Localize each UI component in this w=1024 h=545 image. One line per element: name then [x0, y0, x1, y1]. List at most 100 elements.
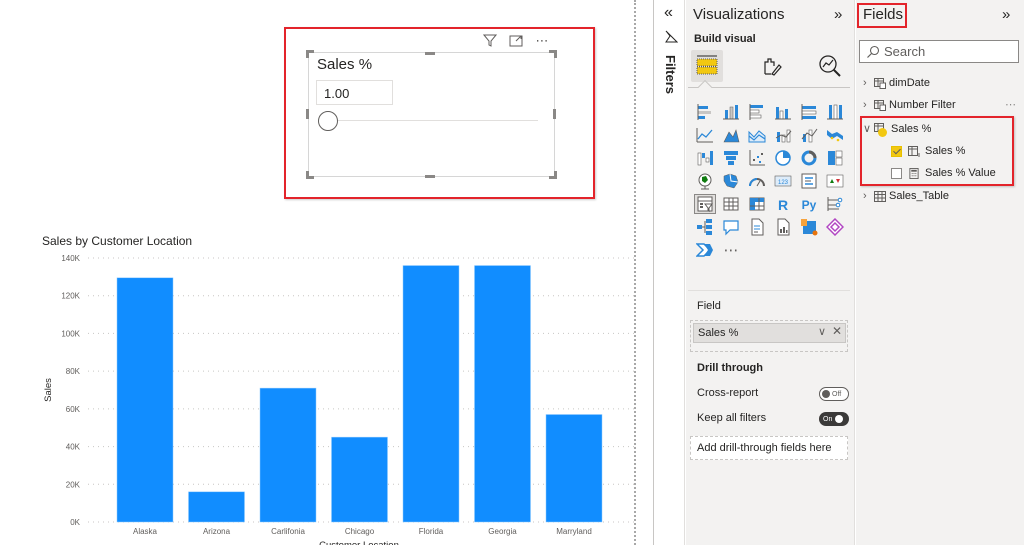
more-options-icon[interactable]: ⋯ [1005, 98, 1016, 111]
format-visual-tab[interactable] [755, 50, 787, 82]
r-script-visual-icon[interactable]: R [772, 194, 794, 214]
power-apps-icon[interactable] [798, 217, 820, 237]
bar[interactable] [474, 265, 531, 523]
treemap-icon[interactable] [824, 148, 846, 168]
donut-chart-icon[interactable] [798, 148, 820, 168]
resize-handle-top-right[interactable] [549, 50, 557, 58]
analytics-tab[interactable] [814, 50, 846, 82]
table-sales-table[interactable]: › Sales_Table [863, 190, 949, 202]
bar[interactable] [545, 414, 603, 523]
kpi-icon[interactable] [824, 171, 846, 191]
table-dimdate[interactable]: › dimDate [863, 77, 930, 89]
slicer-value-input[interactable]: 1.00 [316, 80, 393, 105]
toggle-state-label: Off [832, 390, 842, 398]
stacked-area-chart-icon[interactable] [746, 125, 768, 145]
bar[interactable] [188, 491, 245, 523]
100-stacked-column-chart-icon[interactable] [824, 102, 846, 122]
filter-icon[interactable] [482, 33, 498, 49]
line-and-stacked-column-icon[interactable] [772, 125, 794, 145]
field-checkbox-checked[interactable] [891, 145, 902, 157]
power-automate-flow-icon[interactable] [694, 240, 716, 260]
add-drill-through-dropzone[interactable]: Add drill-through fields here [690, 436, 848, 460]
filters-label[interactable]: Filters [663, 55, 678, 94]
filled-map-icon[interactable] [720, 171, 742, 191]
line-and-clustered-column-icon[interactable] [798, 125, 820, 145]
resize-handle-left[interactable] [306, 109, 309, 119]
python-visual-icon[interactable]: Py [798, 194, 820, 214]
pie-chart-icon[interactable] [772, 148, 794, 168]
ribbon-chart-icon[interactable] [824, 125, 846, 145]
expand-chevron-icon[interactable]: » [1002, 6, 1010, 23]
field-sales-pct[interactable]: Sales % [891, 145, 965, 157]
gauge-icon[interactable] [746, 171, 768, 191]
stacked-bar-chart-icon[interactable] [694, 102, 716, 122]
decomposition-tree-icon[interactable] [694, 217, 716, 237]
x-axis-title: Customer Location [319, 540, 399, 545]
more-options-icon[interactable]: ⋯ [534, 33, 550, 49]
svg-text:R: R [778, 197, 788, 213]
map-icon[interactable] [694, 171, 716, 191]
resize-handle-right[interactable] [553, 109, 556, 119]
waterfall-chart-icon[interactable] [694, 148, 716, 168]
bar[interactable] [331, 436, 388, 523]
focus-mode-icon[interactable] [508, 33, 524, 49]
slicer-icon[interactable] [694, 194, 716, 214]
chevron-right-icon[interactable]: › [863, 99, 871, 111]
slider-track[interactable] [335, 120, 538, 121]
collapse-chevron-icon[interactable]: « [664, 4, 673, 22]
resize-handle-bottom-left[interactable] [306, 171, 314, 179]
visual-header: ⋯ [482, 33, 550, 49]
analytics-magnifier-icon [819, 55, 841, 77]
smart-narrative-icon[interactable] [746, 217, 768, 237]
keep-all-filters-toggle[interactable]: On [819, 412, 849, 426]
toggle-state-label: On [823, 415, 833, 423]
visualizations-title: Visualizations [693, 6, 785, 23]
expand-chevron-icon[interactable]: » [834, 6, 842, 23]
resize-handle-bottom[interactable] [425, 175, 435, 178]
more-visuals-icon[interactable]: ⋯ [720, 240, 742, 260]
line-chart-icon[interactable] [694, 125, 716, 145]
slicer-title: Sales % [317, 56, 373, 73]
chevron-down-icon[interactable]: ∨ [863, 122, 871, 135]
table-sales-pct[interactable]: ∨ Sales % [863, 122, 931, 137]
paginated-report-icon[interactable] [772, 217, 794, 237]
bar-chart[interactable]: 0K 20K 40K 60K 80K 100K 120K 140K Alaska Arizona C… [0, 240, 634, 545]
bar[interactable] [402, 265, 460, 523]
100-stacked-bar-chart-icon[interactable] [798, 102, 820, 122]
chevron-down-icon[interactable]: ∨ [818, 325, 826, 338]
qa-visual-icon[interactable] [720, 217, 742, 237]
stacked-column-chart-icon[interactable] [720, 102, 742, 122]
resize-handle-top-left[interactable] [306, 50, 314, 58]
scatter-chart-icon[interactable] [746, 148, 768, 168]
field-checkbox[interactable] [891, 167, 902, 179]
table-number-filter[interactable]: › Number Filter [863, 99, 956, 111]
matrix-icon[interactable] [746, 194, 768, 214]
chevron-right-icon[interactable]: › [863, 77, 871, 89]
funnel-chart-icon[interactable] [720, 148, 742, 168]
divider [688, 87, 850, 88]
card-icon[interactable]: 123 [772, 171, 794, 191]
clustered-column-chart-icon[interactable] [772, 102, 794, 122]
bar[interactable] [259, 387, 317, 523]
chevron-right-icon[interactable]: › [863, 190, 871, 202]
area-chart-icon[interactable] [720, 125, 742, 145]
resize-handle-top[interactable] [425, 52, 435, 55]
resize-handle-bottom-right[interactable] [549, 171, 557, 179]
power-automate-icon[interactable] [824, 217, 846, 237]
build-visual-tab[interactable] [691, 50, 723, 82]
field-sales-pct-value[interactable]: Sales % Value [891, 167, 996, 179]
key-influencers-icon[interactable] [824, 194, 846, 214]
remove-field-icon[interactable]: ✕ [832, 324, 842, 338]
clustered-bar-chart-icon[interactable] [746, 102, 768, 122]
fields-search-input[interactable]: Search [859, 40, 1019, 63]
multi-row-card-icon[interactable] [798, 171, 820, 191]
toggle-knob [835, 415, 844, 423]
bar[interactable] [116, 277, 174, 523]
slider-thumb[interactable] [318, 111, 338, 131]
table-visual-icon[interactable] [720, 194, 742, 214]
search-icon [867, 45, 880, 58]
svg-text:Py: Py [802, 198, 817, 212]
cross-report-toggle[interactable]: Off [819, 387, 849, 401]
parameter-field-icon [908, 145, 920, 157]
y-tick-label: 60K [66, 405, 81, 414]
